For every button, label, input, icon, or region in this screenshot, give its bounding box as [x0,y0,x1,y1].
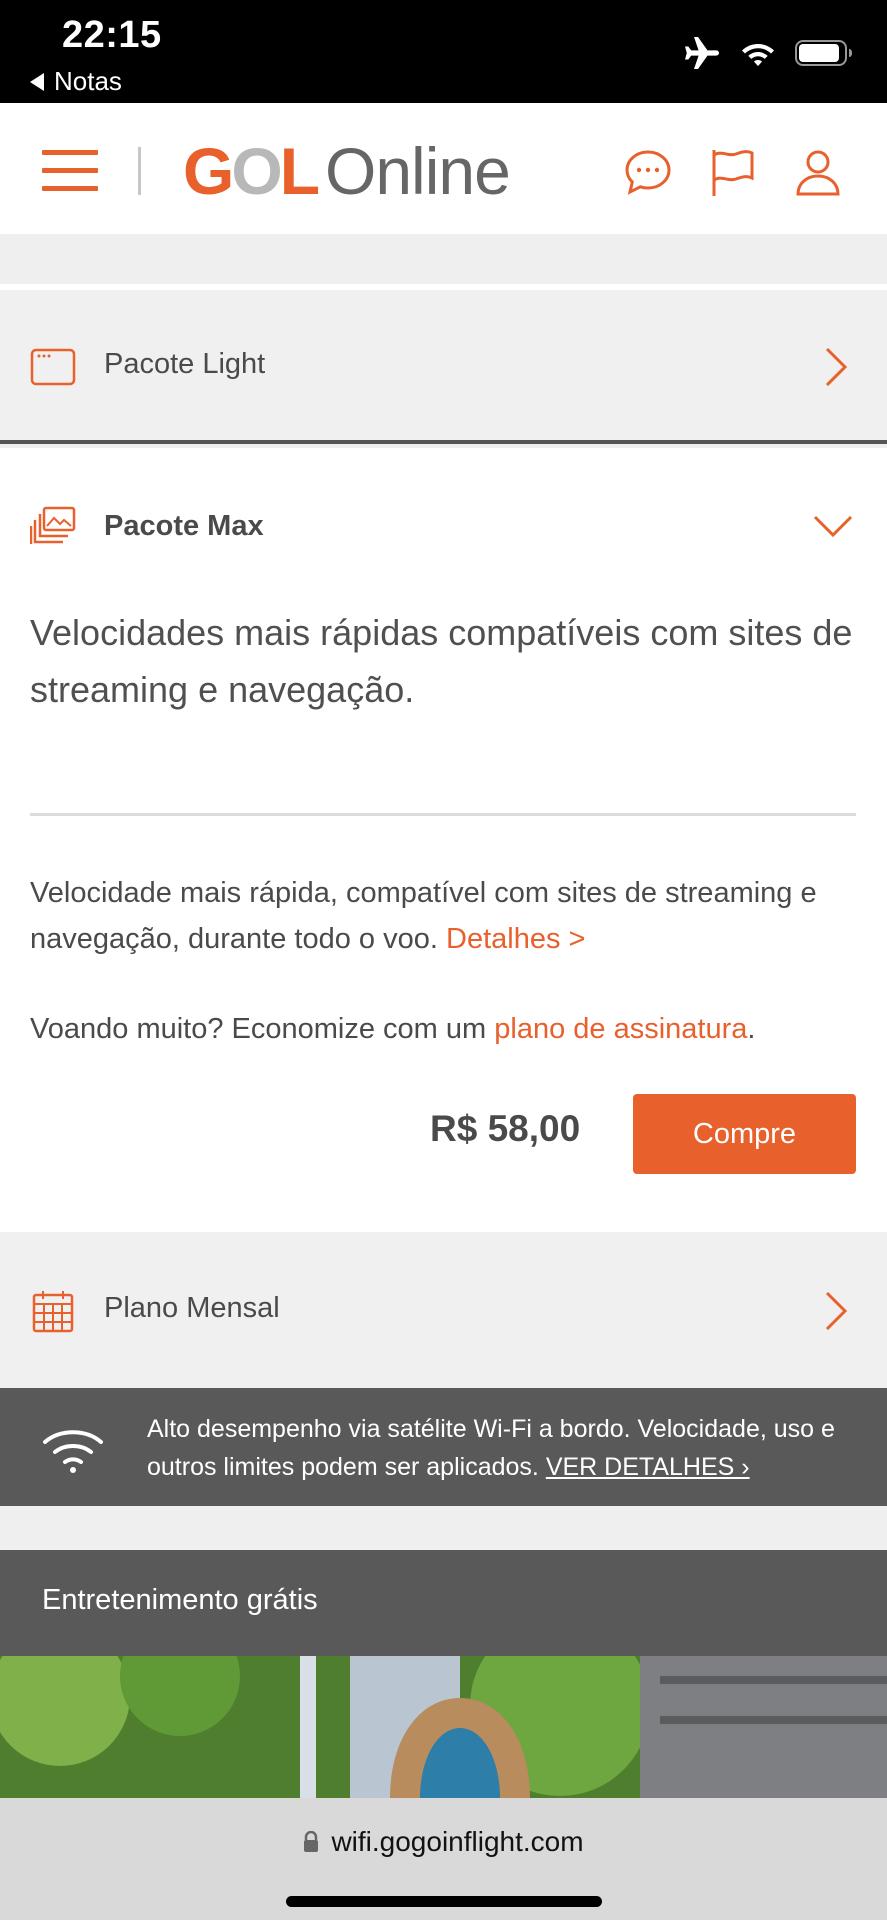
calendar-icon [32,1291,74,1333]
subscription-promo: Voando muito? Economize com um plano de … [30,1006,860,1052]
wifi-details-link[interactable]: VER DETALHES › [546,1453,750,1481]
logo-gol-letter: G [183,134,234,208]
package-max-details: Velocidade mais rápida, compatível com s… [30,870,860,962]
subscription-suffix: . [747,1013,756,1045]
chevron-right-icon [825,1291,848,1331]
user-icon[interactable] [793,147,843,197]
battery-icon [795,40,852,66]
logo-gol: GOL [183,133,320,209]
url-field[interactable]: wifi.gogoinflight.com [0,1826,887,1858]
entertainment-title: Entretenimento grátis [42,1584,318,1616]
package-max-details-text: Velocidade mais rápida, compatível com s… [30,877,817,955]
browser-address-bar: wifi.gogoinflight.com [0,1798,887,1920]
wifi-icon [43,1430,103,1473]
logo-gol-letter: O [231,134,282,208]
package-light-label: Pacote Light [104,348,266,380]
wifi-info-banner: Alto desempenho via satélite Wi-Fi a bor… [0,1388,887,1506]
status-time: 22:15 [62,14,162,56]
lock-icon [304,1831,319,1852]
chat-icon[interactable] [623,147,673,197]
chevron-down-icon [813,515,853,538]
airplane-mode-icon [685,37,719,69]
package-light-row[interactable]: Pacote Light [0,290,887,444]
package-max-description: Velocidades mais rápidas compatíveis com… [30,612,853,710]
menu-icon-bar [42,168,98,173]
site-header: GOL Online [0,103,887,234]
media-gallery-icon [30,506,76,544]
header-divider [138,147,141,195]
subscription-plan-link[interactable]: plano de assinatura [494,1013,747,1045]
entertainment-hero-image[interactable] [0,1656,887,1798]
back-to-app-link[interactable]: Notas [30,66,122,97]
menu-button[interactable] [42,148,98,192]
back-arrow-icon [30,72,44,91]
package-max-header[interactable]: Pacote Max [0,448,887,558]
logo-online: Online [325,134,511,208]
menu-icon-bar [42,186,98,191]
details-link[interactable]: Detalhes > [446,923,585,955]
wifi-info-text: Alto desempenho via satélite Wi-Fi a bor… [147,1410,867,1486]
chevron-right-icon [825,347,848,387]
gol-online-logo[interactable]: GOL Online [183,131,511,211]
divider [30,813,856,816]
home-indicator[interactable] [286,1896,602,1907]
package-max-label: Pacote Max [104,510,264,542]
hero-photo [0,1656,887,1798]
browser-window-icon [30,348,76,386]
status-icons [683,36,853,70]
spacer [0,234,887,284]
flag-icon[interactable] [708,147,758,197]
back-app-label: Notas [54,66,122,96]
monthly-plan-row[interactable]: Plano Mensal [0,1232,887,1388]
subscription-prefix: Voando muito? Economize com um [30,1013,487,1045]
wifi-icon [742,44,774,66]
monthly-plan-label: Plano Mensal [104,1292,280,1324]
spacer [0,1506,887,1550]
url-text: wifi.gogoinflight.com [331,1826,584,1857]
buy-button[interactable]: Compre [633,1094,856,1174]
logo-gol-letter: L [279,134,320,208]
package-max-price: R$ 58,00 [430,1108,581,1149]
package-max-panel: Pacote Max Velocidades mais rápidas comp… [0,448,887,1232]
status-bar: 22:15 Notas [0,0,887,103]
entertainment-section-header[interactable]: Entretenimento grátis [0,1550,887,1656]
menu-icon [42,150,98,155]
